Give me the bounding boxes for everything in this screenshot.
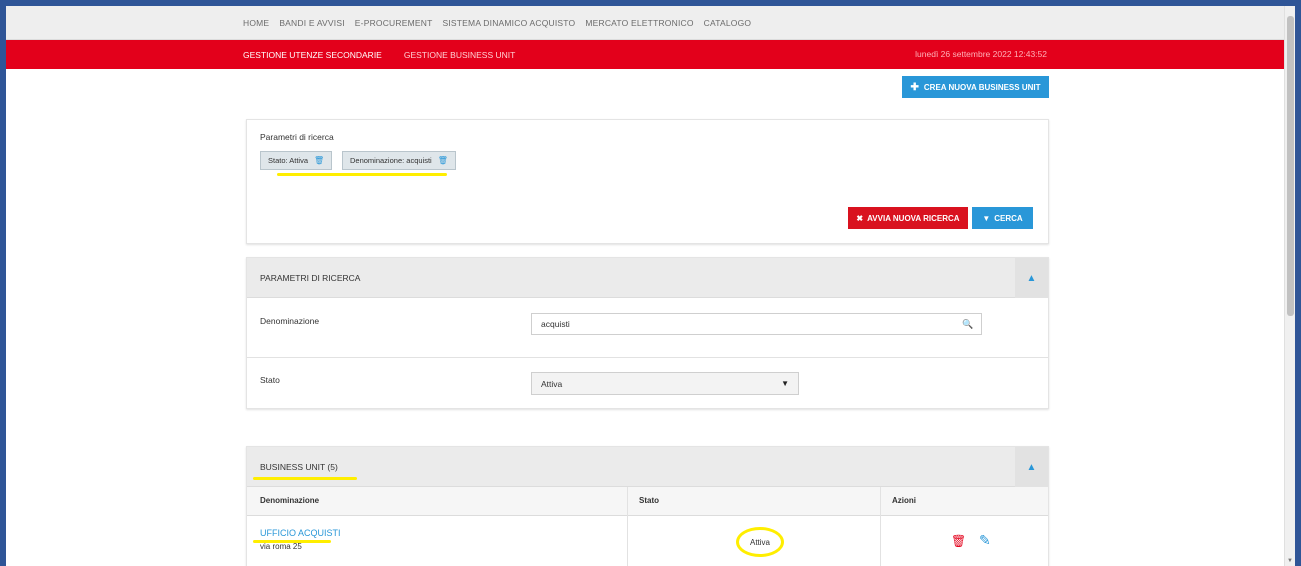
highlight-underline	[277, 173, 447, 176]
tab-utenze-secondarie[interactable]: GESTIONE UTENZE SECONDARIE	[243, 50, 382, 60]
business-unit-title: BUSINESS UNIT (5)	[260, 462, 338, 472]
business-unit-address: via roma 25	[260, 542, 302, 551]
column-divider	[627, 487, 628, 566]
nav-bandi-avvisi[interactable]: BANDI E AVVISI	[279, 18, 344, 28]
new-search-label: AVVIA NUOVA RICERCA	[867, 213, 960, 223]
search-parameters-header[interactable]: PARAMETRI DI RICERCA ▲	[247, 258, 1048, 298]
highlight-underline	[253, 477, 357, 480]
nav-sistema-dinamico[interactable]: SISTEMA DINAMICO ACQUISTO	[442, 18, 575, 28]
trash-icon[interactable]: 🗑	[951, 534, 966, 548]
business-unit-name-link[interactable]: UFFICIO ACQUISTI	[260, 528, 341, 538]
search-summary-title: Parametri di ricerca	[260, 132, 334, 142]
column-stato[interactable]: Stato	[639, 496, 659, 505]
create-business-unit-button[interactable]: ✚ CREA NUOVA BUSINESS UNIT	[902, 76, 1049, 98]
business-unit-header[interactable]: BUSINESS UNIT (5) ▲	[247, 447, 1048, 487]
column-azioni: Azioni	[892, 496, 916, 505]
stato-select-value: Attiva	[541, 378, 563, 389]
browser-frame: HOME BANDI E AVVISI E-PROCUREMENT SISTEM…	[6, 6, 1295, 566]
vertical-scrollbar[interactable]: ▼	[1284, 6, 1295, 566]
nav-home[interactable]: HOME	[243, 18, 269, 28]
business-unit-panel: BUSINESS UNIT (5) ▲ Denominazione Stato …	[246, 446, 1049, 566]
scroll-down-icon[interactable]: ▼	[1287, 558, 1293, 564]
top-navigation: HOME BANDI E AVVISI E-PROCUREMENT SISTEM…	[6, 6, 1284, 40]
nav-e-procurement[interactable]: E-PROCUREMENT	[355, 18, 433, 28]
current-datetime: lunedì 26 settembre 2022 12:43:52	[915, 49, 1047, 59]
trash-icon[interactable]: 🗑	[314, 156, 324, 165]
trash-icon[interactable]: 🗑	[438, 156, 448, 165]
close-icon: ✖	[856, 213, 864, 223]
create-business-unit-label: CREA NUOVA BUSINESS UNIT	[923, 82, 1041, 92]
search-icon[interactable]: 🔍	[955, 313, 982, 335]
new-search-button[interactable]: ✖ AVVIA NUOVA RICERCA	[848, 207, 968, 229]
nav-mercato-elettronico[interactable]: MERCATO ELETTRONICO	[585, 18, 693, 28]
plus-icon: ✚	[910, 81, 919, 93]
search-parameters-panel: PARAMETRI DI RICERCA ▲ Denominazione acq…	[246, 257, 1049, 409]
nav-catalogo[interactable]: CATALOGO	[704, 18, 752, 28]
filter-chip-label: Stato: Attiva	[268, 156, 309, 165]
table-header: Denominazione Stato Azioni	[247, 487, 1048, 516]
search-summary-panel: Parametri di ricerca Stato: Attiva 🗑 Den…	[246, 119, 1049, 244]
denominazione-input[interactable]: acquisti	[531, 313, 981, 335]
column-denominazione[interactable]: Denominazione	[260, 496, 319, 505]
stato-label: Stato	[260, 375, 280, 385]
chevron-up-icon[interactable]: ▲	[1015, 258, 1048, 298]
denominazione-label: Denominazione	[260, 316, 320, 326]
filter-chip-label: Denominazione: acquisti	[350, 156, 432, 165]
scrollbar-thumb[interactable]	[1287, 16, 1294, 316]
status-badge: Attiva	[736, 527, 784, 557]
tab-business-unit[interactable]: GESTIONE BUSINESS UNIT	[404, 50, 515, 60]
filter-chip-denominazione[interactable]: Denominazione: acquisti 🗑	[342, 151, 456, 170]
section-bar: GESTIONE UTENZE SECONDARIE GESTIONE BUSI…	[6, 40, 1284, 69]
filter-chip-stato[interactable]: Stato: Attiva 🗑	[260, 151, 333, 170]
chevron-up-icon[interactable]: ▲	[1015, 447, 1048, 487]
pencil-icon[interactable]: ✎	[979, 532, 991, 549]
stato-select[interactable]: Attiva ▼	[531, 372, 799, 395]
caret-down-icon: ▼	[781, 379, 789, 388]
search-label: CERCA	[994, 213, 1023, 223]
divider	[247, 357, 1048, 358]
column-divider	[880, 487, 881, 566]
search-parameters-title: PARAMETRI DI RICERCA	[260, 273, 361, 283]
search-button[interactable]: ▼ CERCA	[972, 207, 1033, 229]
filter-icon: ▼	[982, 213, 991, 223]
